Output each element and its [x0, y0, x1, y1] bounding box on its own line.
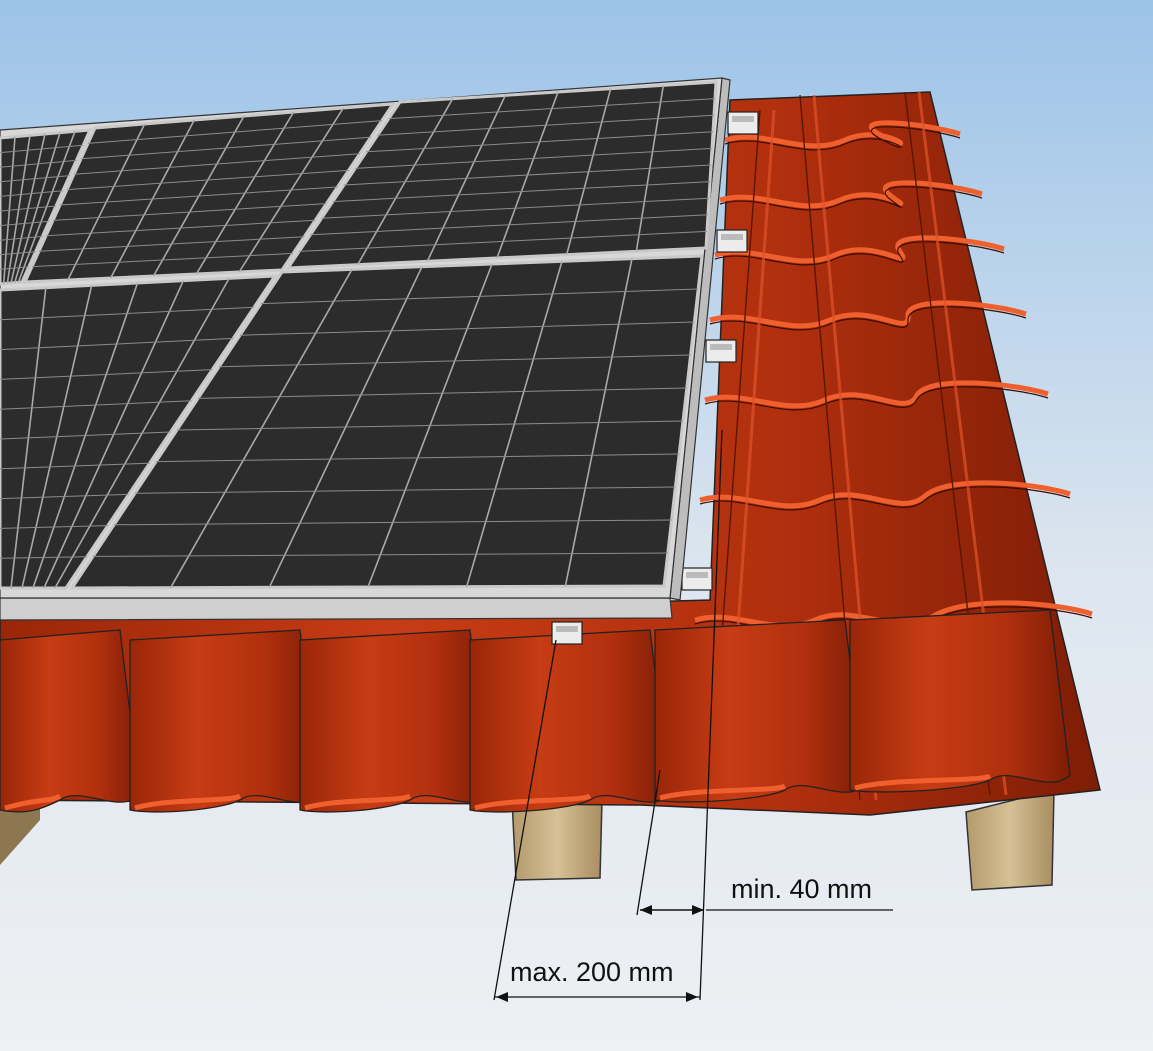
front-tile: [0, 629, 141, 813]
roof-hook: [681, 567, 713, 591]
front-tile: [469, 629, 671, 813]
min-overhang-label: min. 40 mm: [731, 874, 872, 904]
front-tile: [129, 629, 321, 813]
roof-hook-slot: [721, 234, 743, 240]
roof-hook-slot: [710, 344, 732, 350]
max-overhang-label: max. 200 mm: [510, 957, 674, 987]
roof-hook: [727, 111, 759, 135]
solar-roof-diagram: min. 40 mm max. 200 mm: [0, 0, 1153, 1051]
front-tile: [849, 609, 1071, 793]
roof-hook-slot: [556, 626, 578, 632]
panel-frame-side: [0, 597, 673, 621]
panel-modules: [0, 80, 718, 590]
front-tile: [299, 629, 491, 813]
front-tile: [654, 619, 866, 803]
rafter-middle: [511, 799, 603, 881]
front-tile-row: [0, 609, 1071, 813]
roof-hook: [716, 229, 748, 253]
solar-panel-array: [0, 77, 731, 621]
roof-hook-slot: [686, 572, 708, 578]
roof-hook: [705, 339, 737, 363]
roof-hook-slot: [732, 116, 754, 122]
